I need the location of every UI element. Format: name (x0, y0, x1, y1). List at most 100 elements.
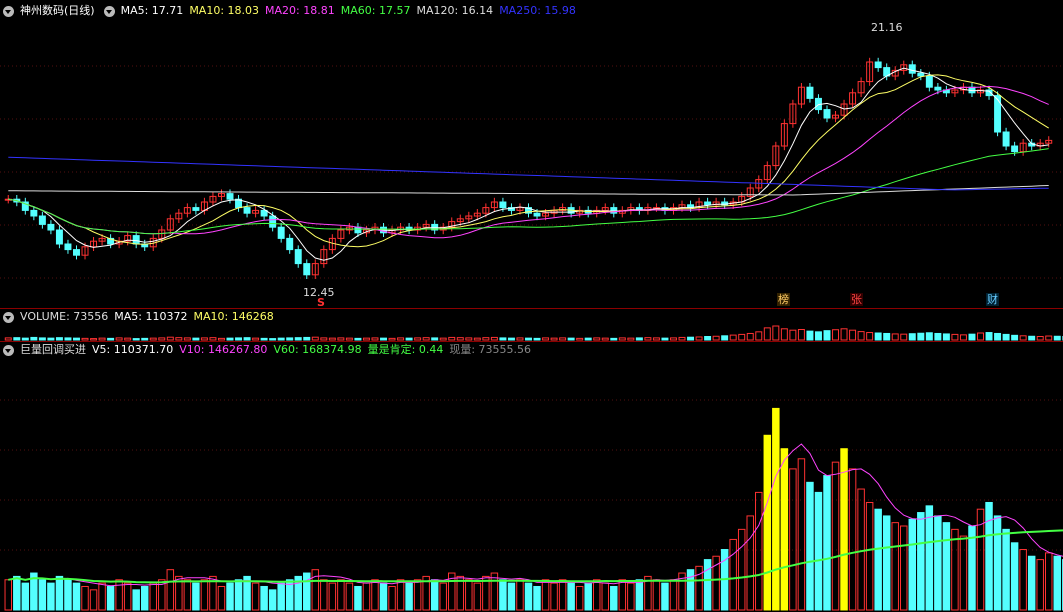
indicator-bar (345, 582, 354, 611)
indicator-bar (149, 582, 157, 611)
volume-bar (857, 331, 865, 341)
volume-bar (1019, 335, 1027, 341)
volume-bar (149, 337, 157, 341)
ma5-value: MA5: 17.71 (120, 4, 184, 17)
indicator-menu-icon[interactable] (3, 344, 14, 356)
indicator-bar (772, 407, 780, 611)
panel-menu-icon[interactable] (3, 5, 14, 17)
volume-bar (38, 337, 46, 341)
indicator-bar (47, 582, 55, 611)
indicator-bar (4, 579, 13, 611)
candle-body (47, 223, 55, 231)
volume-bar (217, 337, 225, 341)
tag-bang[interactable]: 榜 (777, 293, 790, 306)
volume-bar (243, 337, 251, 341)
volume-bar (687, 336, 695, 341)
candle-body (533, 212, 541, 217)
volume-bar (738, 333, 746, 341)
volume-bar (780, 328, 788, 341)
volume-bar (320, 337, 328, 341)
tag-zhang[interactable]: 张 (850, 293, 863, 306)
volume-bar (200, 337, 208, 341)
volume-bar (1036, 336, 1044, 341)
volume-bar (883, 332, 891, 341)
indicator-bar (891, 522, 899, 611)
indicator-v60-line (8, 529, 1063, 584)
stock-title[interactable]: 神州数码(日线) (20, 2, 95, 20)
volume-bar (98, 337, 106, 341)
volume-bar (832, 329, 840, 341)
indicator-bar (703, 559, 712, 611)
volume-bar (141, 337, 149, 341)
ma250-line (8, 156, 1049, 191)
volume-bar (814, 331, 822, 341)
tag-cai[interactable]: 财 (986, 293, 999, 306)
indicator-bar (541, 579, 550, 611)
indicator-bar (166, 569, 175, 611)
volume-bar (644, 337, 652, 341)
stock-chart[interactable] (0, 0, 1063, 612)
volume-bar (550, 337, 558, 341)
volume-bar (627, 337, 635, 341)
volume-bar (124, 337, 132, 341)
volume-bar (73, 337, 80, 341)
volume-bar (755, 331, 763, 341)
indicator-bar (473, 582, 482, 611)
indicator-bar (439, 582, 447, 611)
indicator-bar (635, 579, 644, 611)
candle-body (704, 201, 712, 206)
volume-bar (81, 337, 89, 341)
indicator-bar (558, 579, 567, 611)
indicator-bar (789, 468, 797, 611)
indicator-bar (430, 579, 439, 611)
volume-bar (499, 337, 507, 341)
indicator-bar (550, 582, 558, 611)
indicator-bar (917, 512, 925, 611)
volume-bar (183, 337, 191, 341)
indicator-bar (831, 461, 840, 611)
volume-bar (269, 338, 277, 341)
candle-body (499, 201, 507, 209)
volume-bar (704, 336, 712, 341)
indicator-bar (951, 528, 959, 611)
candle-body (354, 226, 362, 234)
volume-bar (286, 337, 294, 341)
indicator-name[interactable]: 巨量回调买进 (20, 341, 86, 359)
volume-bar (695, 336, 703, 341)
volume-bar (311, 336, 319, 341)
volume-bar (849, 329, 857, 341)
volume-bar (746, 332, 754, 341)
volume-legend: VOLUME: 73556 MA5: 110372 MA10: 146268 (0, 308, 280, 326)
ma250-value: MA250: 15.98 (499, 4, 576, 17)
indicator-bar (507, 582, 516, 611)
volume-bar (422, 337, 430, 341)
volume-bar (669, 337, 677, 341)
indicator-bar (328, 582, 337, 611)
indicator-v10: V10: 146267.80 (179, 343, 268, 356)
ma10-line (8, 74, 1049, 248)
volume-bar (661, 337, 669, 341)
ma120-line (8, 185, 1049, 196)
volume-menu-icon[interactable] (3, 311, 14, 323)
candle-body (994, 95, 1002, 133)
indicator-bar (1044, 552, 1053, 611)
indicator-bar (524, 582, 533, 611)
indicator-bar (746, 515, 754, 611)
volume-bar (397, 337, 405, 341)
indicator-bar (132, 589, 140, 611)
ma-menu-icon[interactable] (103, 5, 115, 17)
indicator-bar (379, 582, 388, 611)
high-price-label: 21.16 (871, 21, 903, 34)
volume-bar (516, 337, 524, 341)
candle-body (294, 249, 302, 265)
volume-bar (908, 333, 916, 341)
indicator-bar (806, 481, 814, 611)
volume-bar (1053, 335, 1061, 341)
indicator-bar (13, 575, 21, 611)
indicator-bar (192, 582, 200, 611)
volume-bar (797, 329, 805, 341)
indicator-bar (985, 501, 993, 611)
volume-bar (30, 336, 38, 341)
candle-body (243, 207, 251, 214)
volume-bar (925, 332, 933, 341)
